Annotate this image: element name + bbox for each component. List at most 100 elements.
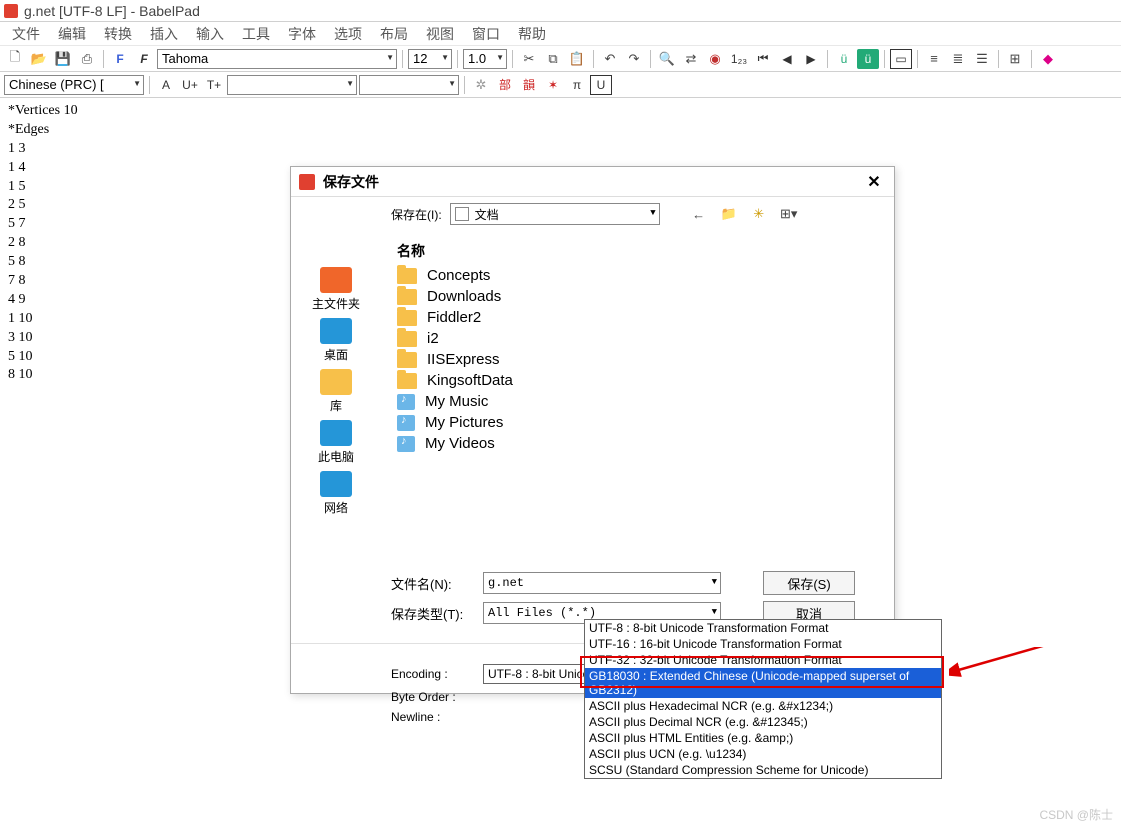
media-icon [397,415,415,431]
folder-icon [397,289,417,305]
line-spacing-combo[interactable]: 1.0 [463,49,507,69]
uplus-button[interactable]: U+ [179,75,201,95]
newline-label: Newline : [391,710,471,724]
menu-item-7[interactable]: 选项 [328,22,368,46]
save-in-combo[interactable]: 文档 [450,203,660,225]
file-row[interactable]: Downloads [391,286,884,307]
copy-icon[interactable]: ⧉ [542,49,564,69]
redo-icon[interactable]: ↷ [623,49,645,69]
menu-item-1[interactable]: 编辑 [52,22,92,46]
new-folder-icon[interactable]: ✳ [748,204,770,224]
encoding-option[interactable]: ASCII plus Decimal NCR (e.g. &#12345;) [585,714,941,730]
replace-icon[interactable]: ⇄ [680,49,702,69]
place-network[interactable]: 网络 [320,471,352,516]
place-home[interactable]: 主文件夹 [312,267,360,312]
font-name-combo[interactable]: Tahoma [157,49,397,69]
view-mode-icon[interactable]: ⊞▾ [778,204,800,224]
cjk-icon-3[interactable]: ✶ [542,75,564,95]
sort-icon[interactable]: 1₂₃ [728,49,750,69]
file-row[interactable]: KingsoftData [391,370,884,391]
cjk-icon-2[interactable]: 韻 [518,75,540,95]
box-icon[interactable]: ▭ [890,49,912,69]
filename-input[interactable]: g.net [483,572,721,594]
align-center-icon[interactable]: ≣ [947,49,969,69]
pi-icon[interactable]: π [566,75,588,95]
encoding-option[interactable]: GB18030 : Extended Chinese (Unicode-mapp… [585,668,941,698]
menu-item-10[interactable]: 窗口 [466,22,506,46]
save-all-icon[interactable]: ⎙ [76,49,98,69]
encoding-option[interactable]: UTF-8 : 8-bit Unicode Transformation For… [585,620,941,636]
u-diaeresis-boxed-icon[interactable]: ü [857,49,879,69]
file-name: Fiddler2 [427,309,481,326]
separator [457,50,458,68]
encoding-option[interactable]: SCSU (Standard Compression Scheme for Un… [585,762,941,778]
place-desktop[interactable]: 桌面 [320,318,352,363]
file-row[interactable]: My Videos [391,433,884,454]
open-file-icon[interactable]: 📂 [28,49,50,69]
align-right-icon[interactable]: ☰ [971,49,993,69]
menu-item-3[interactable]: 插入 [144,22,184,46]
menu-item-8[interactable]: 布局 [374,22,414,46]
file-row[interactable]: Concepts [391,265,884,286]
up-folder-icon[interactable]: 📁 [718,204,740,224]
encoding-option[interactable]: UTF-32 : 32-bit Unicode Transformation F… [585,652,941,668]
save-dialog: 保存文件 ✕ 保存在(I): 文档 ← 📁 ✳ ⊞▾ 主文件夹桌面库此电脑网络 … [290,166,895,694]
fwd-icon[interactable]: ▶ [800,49,822,69]
encoding-option[interactable]: ASCII plus UCN (e.g. \u1234) [585,746,941,762]
tplus-button[interactable]: T+ [203,75,225,95]
encoding-option[interactable]: UTF-16 : 16-bit Unicode Transformation F… [585,636,941,652]
editor-line: 1 3 [8,140,1113,159]
byteorder-label: Byte Order : [391,690,471,704]
toolbar-secondary: Chinese (PRC) [ A U+ T+ ✲ 部 韻 ✶ π U [0,72,1121,98]
menu-item-5[interactable]: 工具 [236,22,276,46]
menu-item-11[interactable]: 帮助 [512,22,552,46]
back-icon[interactable]: ◀ [776,49,798,69]
place-thispc[interactable]: 此电脑 [318,420,354,465]
encoding-option[interactable]: ASCII plus Hexadecimal NCR (e.g. &#x1234… [585,698,941,714]
encoding-option[interactable]: ASCII plus HTML Entities (e.g. &amp;) [585,730,941,746]
undo-icon[interactable]: ↶ [599,49,621,69]
cut-icon[interactable]: ✂ [518,49,540,69]
menu-item-0[interactable]: 文件 [6,22,46,46]
menu-item-9[interactable]: 视图 [420,22,460,46]
gear-icon[interactable]: ✲ [470,75,492,95]
align-left-icon[interactable]: ≡ [923,49,945,69]
file-row[interactable]: My Music [391,391,884,412]
window-icon[interactable]: ⊞ [1004,49,1026,69]
back-nav-icon[interactable]: ← [688,204,710,224]
tool-icon-a[interactable]: ◉ [704,49,726,69]
file-row[interactable]: i2 [391,328,884,349]
u-diaeresis-icon[interactable]: ü [833,49,855,69]
empty-combo-2[interactable] [359,75,459,95]
place-library[interactable]: 库 [320,369,352,414]
cjk-icon-1[interactable]: 部 [494,75,516,95]
new-file-icon[interactable]: 🗋 [4,49,26,69]
file-row[interactable]: IISExpress [391,349,884,370]
watermark: CSDN @陈士 [1039,806,1113,823]
column-header-name[interactable]: 名称 [391,237,884,265]
file-list[interactable]: 名称 ConceptsDownloads Fiddler2 i2IISExpress… [381,237,884,454]
find-icon[interactable]: 🔍 [656,49,678,69]
u-boxed-icon[interactable]: U [590,75,612,95]
erase-icon[interactable]: ◆ [1037,49,1059,69]
menu-item-2[interactable]: 转换 [98,22,138,46]
close-icon[interactable]: ✕ [862,172,886,192]
save-icon[interactable]: 💾 [52,49,74,69]
empty-combo-1[interactable] [227,75,357,95]
menu-item-4[interactable]: 输入 [190,22,230,46]
save-button[interactable]: 保存(S) [763,571,855,595]
place-icon [320,471,352,497]
encoding-dropdown[interactable]: UTF-8 : 8-bit Unicode Transformation For… [584,619,942,779]
dialog-title: 保存文件 [323,172,379,192]
paste-icon[interactable]: 📋 [566,49,588,69]
file-row[interactable]: Fiddler2 [391,307,884,328]
menu-item-6[interactable]: 字体 [282,22,322,46]
file-row[interactable]: My Pictures [391,412,884,433]
italic-icon[interactable]: F [133,49,155,69]
font-size-combo[interactable]: 12 [408,49,452,69]
bold-icon[interactable]: F [109,49,131,69]
prev-icon[interactable]: ⏮ [752,49,774,69]
dialog-titlebar: 保存文件 ✕ [291,167,894,197]
language-combo[interactable]: Chinese (PRC) [ [4,75,144,95]
a-button[interactable]: A [155,75,177,95]
